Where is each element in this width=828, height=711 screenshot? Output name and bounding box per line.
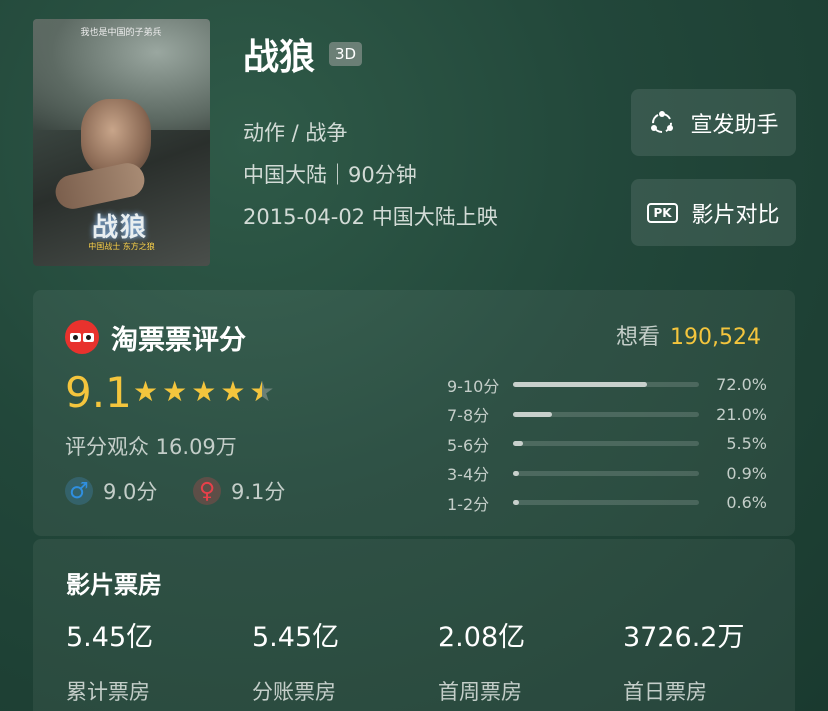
distribution-row: 3-4分 0.9% (447, 459, 767, 489)
taopiaopiao-logo-icon (65, 320, 99, 354)
female-rating: ♀ 9.1分 (193, 476, 285, 506)
distribution-bar-fill (513, 441, 524, 447)
movie-compare-label: 影片对比 (691, 202, 780, 228)
distribution-bar (513, 411, 699, 417)
star-icon: ★ (162, 375, 188, 408)
star-rating: ★ ★ ★ ★ ★★ (133, 376, 275, 408)
distribution-row: 9-10分 72.0% (447, 370, 767, 400)
star-icon: ★ (220, 375, 246, 408)
box-office-label: 首日票房 (623, 680, 707, 704)
box-office-label: 分账票房 (252, 680, 336, 704)
distribution-row: 5-6分 5.5% (447, 429, 767, 459)
distribution-percent: 5.5% (726, 434, 767, 454)
box-office-title: 影片票房 (66, 571, 162, 599)
movie-genres: 动作 / 战争 (243, 121, 348, 145)
rating-card: 淘票票评分 想看 190,524 9.1 ★ ★ ★ ★ ★★ 评分观众 16.0… (33, 290, 795, 536)
poster-top-text: 我也是中国的子弟兵 (80, 28, 162, 38)
promo-assistant-button[interactable]: 宣发助手 (631, 89, 796, 156)
movie-title-row: 战狼 3D (243, 28, 363, 80)
movie-region-duration: 中国大陆｜90分钟 (243, 163, 417, 187)
movie-title: 战狼 (243, 37, 316, 78)
distribution-row: 1-2分 0.6% (447, 488, 767, 518)
male-score: 9.0分 (103, 480, 158, 504)
distribution-percent: 72.0% (716, 375, 767, 395)
distribution-label: 3-4分 (447, 465, 490, 485)
male-icon: ♂ (65, 477, 93, 505)
rating-distribution: 9-10分 72.0% 7-8分 21.0% 5-6分 5.5% 3-4分 0.… (447, 370, 767, 518)
box-office-item-first-week[interactable]: 2.08亿 首周票房 (438, 615, 525, 706)
distribution-bar-fill (513, 500, 519, 506)
half-star-icon: ★★ (249, 375, 275, 408)
distribution-label: 7-8分 (447, 406, 490, 426)
rating-voters: 评分观众 16.09万 (65, 435, 237, 459)
movie-compare-button[interactable]: PK 影片对比 (631, 179, 796, 246)
female-icon: ♀ (193, 477, 221, 505)
distribution-label: 1-2分 (447, 494, 490, 514)
want-to-see: 想看 190,524 (616, 319, 761, 351)
pk-icon: PK (647, 202, 678, 223)
poster-hero-arm (52, 160, 148, 212)
distribution-bar-fill (513, 411, 553, 417)
box-office-item-split[interactable]: 5.45亿 分账票房 (252, 615, 339, 706)
distribution-bar (513, 441, 699, 447)
star-icon: ★ (133, 375, 159, 408)
box-office-value: 5.45亿 (66, 622, 154, 653)
movie-poster[interactable]: 我也是中国的子弟兵 战狼 中国战士 东方之狼 (33, 19, 210, 266)
distribution-label: 9-10分 (447, 376, 500, 396)
box-office-label: 首周票房 (438, 680, 522, 704)
rating-source-title: 淘票票评分 (111, 325, 246, 356)
poster-tagline: 中国战士 东方之狼 (88, 242, 155, 251)
box-office-label: 累计票房 (66, 680, 150, 704)
star-icon: ★ (191, 375, 217, 408)
distribution-row: 7-8分 21.0% (447, 400, 767, 430)
want-label: 想看 (616, 325, 661, 350)
poster-title: 战狼 (91, 213, 148, 243)
distribution-label: 5-6分 (447, 435, 490, 455)
promo-assistant-label: 宣发助手 (690, 112, 779, 138)
distribution-bar (513, 470, 699, 476)
female-score: 9.1分 (231, 480, 286, 504)
box-office-item-total[interactable]: 5.45亿 累计票房 (66, 615, 153, 706)
distribution-bar (513, 382, 699, 388)
share-network-icon (651, 110, 674, 133)
box-office-value: 5.45亿 (252, 622, 340, 653)
rating-score: 9.1 (65, 368, 132, 417)
box-office-value: 3726.2万 (623, 622, 745, 653)
distribution-percent: 21.0% (716, 404, 767, 424)
box-office-card: 影片票房 5.45亿 累计票房 5.45亿 分账票房 2.08亿 首周票房 37… (33, 539, 795, 711)
distribution-bar-fill (513, 470, 519, 476)
distribution-percent: 0.6% (726, 493, 767, 513)
format-badge: 3D (329, 42, 363, 66)
distribution-bar-fill (513, 382, 647, 388)
want-count: 190,524 (670, 325, 761, 350)
distribution-bar (513, 500, 699, 506)
movie-release-date: 2015-04-02 中国大陆上映 (243, 205, 498, 229)
distribution-percent: 0.9% (726, 463, 767, 483)
box-office-value: 2.08亿 (438, 622, 526, 653)
male-rating: ♂ 9.0分 (65, 476, 157, 506)
box-office-item-first-day[interactable]: 3726.2万 首日票房 (623, 615, 744, 706)
